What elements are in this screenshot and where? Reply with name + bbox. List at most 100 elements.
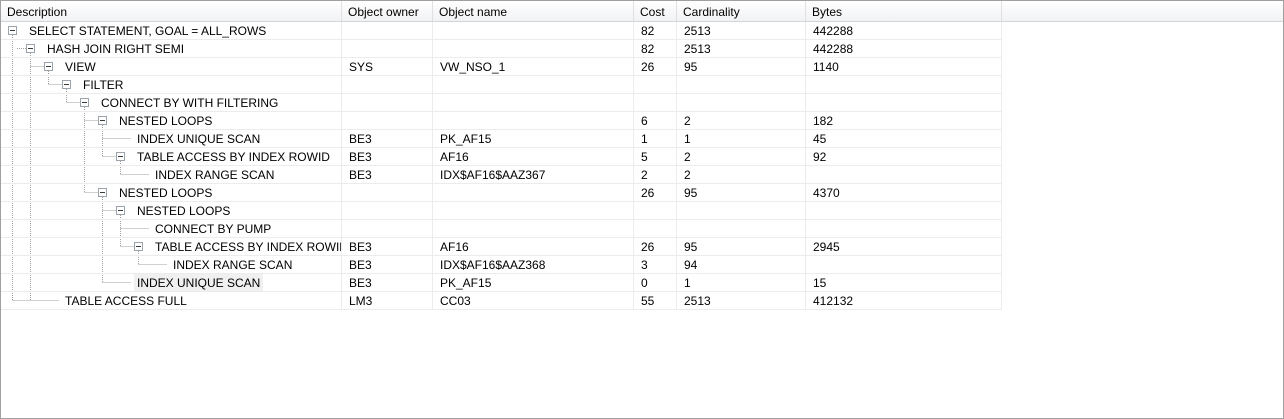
- description-text: CONNECT BY PUMP: [155, 222, 272, 236]
- cost-cell: 6: [634, 112, 677, 130]
- collapse-icon[interactable]: [98, 116, 107, 125]
- column-header-row: Description Object owner Object name Cos…: [1, 1, 1283, 22]
- column-header-cost[interactable]: Cost: [634, 1, 677, 21]
- object-name-cell: CC03: [433, 292, 634, 310]
- object-name-cell: IDX$AF16$AAZ368: [433, 256, 634, 274]
- object-owner-cell: [342, 22, 433, 40]
- description-text: INDEX UNIQUE SCAN: [137, 132, 261, 146]
- plan-row[interactable]: SELECT STATEMENT, GOAL = ALL_ROWS 82 251…: [1, 22, 1002, 40]
- object-name-cell: [433, 184, 634, 202]
- plan-row[interactable]: NESTED LOOPS: [1, 202, 1002, 220]
- description-cell: HASH JOIN RIGHT SEMI: [1, 40, 342, 58]
- description-text: VIEW: [65, 60, 96, 74]
- description-text: INDEX UNIQUE SCAN: [134, 274, 264, 291]
- bytes-cell: 182: [806, 112, 1002, 130]
- object-name-cell: PK_AF15: [433, 130, 634, 148]
- object-owner-cell: [342, 112, 433, 130]
- column-header-object-owner[interactable]: Object owner: [342, 1, 433, 21]
- plan-row[interactable]: NESTED LOOPS 6 2 182: [1, 112, 1002, 130]
- plan-row[interactable]: HASH JOIN RIGHT SEMI 82 2513 442288: [1, 40, 1002, 58]
- plan-row[interactable]: INDEX RANGE SCAN BE3 IDX$AF16$AAZ368 3 9…: [1, 256, 1002, 274]
- plan-row[interactable]: INDEX UNIQUE SCAN BE3 PK_AF15 1 1 45: [1, 130, 1002, 148]
- bytes-cell: 1140: [806, 58, 1002, 76]
- collapse-icon[interactable]: [8, 26, 17, 35]
- description-cell: NESTED LOOPS: [1, 184, 342, 202]
- description-text: NESTED LOOPS: [119, 114, 213, 128]
- cost-cell: 0: [634, 274, 677, 292]
- description-text: SELECT STATEMENT, GOAL = ALL_ROWS: [29, 24, 267, 38]
- cost-cell: 26: [634, 238, 677, 256]
- description-cell: SELECT STATEMENT, GOAL = ALL_ROWS: [1, 22, 342, 40]
- collapse-icon[interactable]: [26, 44, 35, 53]
- cardinality-cell: 94: [677, 256, 806, 274]
- plan-row[interactable]: CONNECT BY PUMP: [1, 220, 1002, 238]
- collapse-icon[interactable]: [116, 152, 125, 161]
- object-owner-cell: BE3: [342, 238, 433, 256]
- object-owner-cell: BE3: [342, 166, 433, 184]
- plan-row[interactable]: TABLE ACCESS BY INDEX ROWID BE3 AF16 26 …: [1, 238, 1002, 256]
- description-cell: NESTED LOOPS: [1, 202, 342, 220]
- collapse-icon[interactable]: [62, 80, 71, 89]
- cost-cell: [634, 220, 677, 238]
- object-owner-cell: BE3: [342, 148, 433, 166]
- bytes-cell: 4370: [806, 184, 1002, 202]
- description-text: NESTED LOOPS: [137, 204, 231, 218]
- cardinality-cell: 95: [677, 58, 806, 76]
- description-text: CONNECT BY WITH FILTERING: [101, 96, 279, 110]
- description-text: HASH JOIN RIGHT SEMI: [47, 42, 185, 56]
- cost-cell: 82: [634, 40, 677, 58]
- object-owner-cell: [342, 76, 433, 94]
- collapse-icon[interactable]: [80, 98, 89, 107]
- bytes-cell: 442288: [806, 40, 1002, 58]
- description-cell: INDEX RANGE SCAN: [1, 256, 342, 274]
- column-header-cardinality[interactable]: Cardinality: [677, 1, 806, 21]
- object-owner-cell: LM3: [342, 292, 433, 310]
- cost-cell: [634, 202, 677, 220]
- description-text: FILTER: [83, 78, 124, 92]
- cost-cell: 1: [634, 130, 677, 148]
- object-name-cell: [433, 94, 634, 112]
- object-name-cell: [433, 76, 634, 94]
- cardinality-cell: 2: [677, 112, 806, 130]
- object-owner-cell: [342, 94, 433, 112]
- description-cell: TABLE ACCESS FULL: [1, 292, 342, 310]
- cardinality-cell: 1: [677, 130, 806, 148]
- description-text: TABLE ACCESS FULL: [65, 294, 187, 308]
- object-owner-cell: [342, 40, 433, 58]
- bytes-cell: 45: [806, 130, 1002, 148]
- description-text: TABLE ACCESS BY INDEX ROWID: [155, 240, 342, 254]
- plan-row-selected[interactable]: INDEX UNIQUE SCAN BE3 PK_AF15 0 1 15: [1, 274, 1002, 292]
- object-name-cell: PK_AF15: [433, 274, 634, 292]
- bytes-cell: 412132: [806, 292, 1002, 310]
- plan-row[interactable]: TABLE ACCESS BY INDEX ROWID BE3 AF16 5 2…: [1, 148, 1002, 166]
- collapse-icon[interactable]: [44, 62, 53, 71]
- plan-row[interactable]: INDEX RANGE SCAN BE3 IDX$AF16$AAZ367 2 2: [1, 166, 1002, 184]
- description-cell: NESTED LOOPS: [1, 112, 342, 130]
- plan-row[interactable]: FILTER: [1, 76, 1002, 94]
- plan-row[interactable]: VIEW SYS VW_NSO_1 26 95 1140: [1, 58, 1002, 76]
- plan-row[interactable]: TABLE ACCESS FULL LM3 CC03 55 2513 41213…: [1, 292, 1002, 310]
- description-cell: TABLE ACCESS BY INDEX ROWID: [1, 238, 342, 256]
- cost-cell: [634, 94, 677, 112]
- collapse-icon[interactable]: [134, 242, 143, 251]
- description-cell: INDEX UNIQUE SCAN: [1, 130, 342, 148]
- plan-row[interactable]: NESTED LOOPS 26 95 4370: [1, 184, 1002, 202]
- cardinality-cell: [677, 76, 806, 94]
- object-name-cell: [433, 220, 634, 238]
- collapse-icon[interactable]: [116, 206, 125, 215]
- column-header-object-name[interactable]: Object name: [433, 1, 634, 21]
- description-cell: VIEW: [1, 58, 342, 76]
- object-owner-cell: SYS: [342, 58, 433, 76]
- cost-cell: [634, 76, 677, 94]
- plan-row[interactable]: CONNECT BY WITH FILTERING: [1, 94, 1002, 112]
- description-cell: INDEX UNIQUE SCAN: [1, 274, 342, 292]
- bytes-cell: 92: [806, 148, 1002, 166]
- cardinality-cell: 1: [677, 274, 806, 292]
- column-header-bytes[interactable]: Bytes: [806, 1, 1002, 21]
- object-owner-cell: BE3: [342, 130, 433, 148]
- cost-cell: 2: [634, 166, 677, 184]
- column-header-description[interactable]: Description: [1, 1, 342, 21]
- plan-window: Description Object owner Object name Cos…: [0, 0, 1284, 419]
- description-text: INDEX RANGE SCAN: [173, 258, 293, 272]
- collapse-icon[interactable]: [98, 188, 107, 197]
